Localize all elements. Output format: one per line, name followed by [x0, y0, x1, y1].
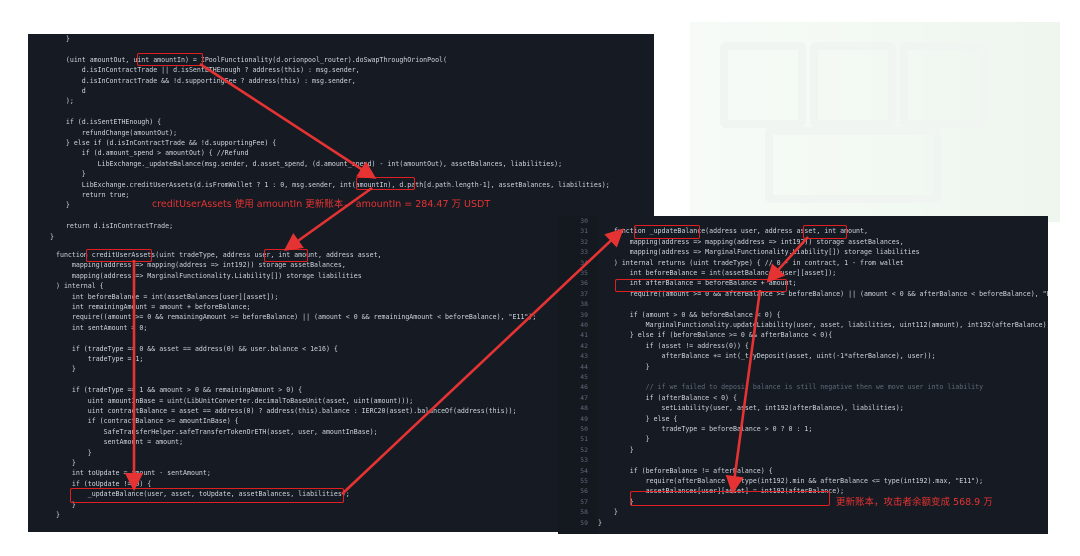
- arrow-argument-to-amount-param: [283, 186, 373, 252]
- arrow-amountin-to-argument: [199, 62, 377, 179]
- arrow-call-to-updatebalance-def: [341, 228, 624, 495]
- arrow-amount-to-afterbalance: [766, 236, 809, 283]
- arrow-afterbalance-to-storage: [725, 289, 762, 495]
- annotation-arrows: [124, 62, 809, 495]
